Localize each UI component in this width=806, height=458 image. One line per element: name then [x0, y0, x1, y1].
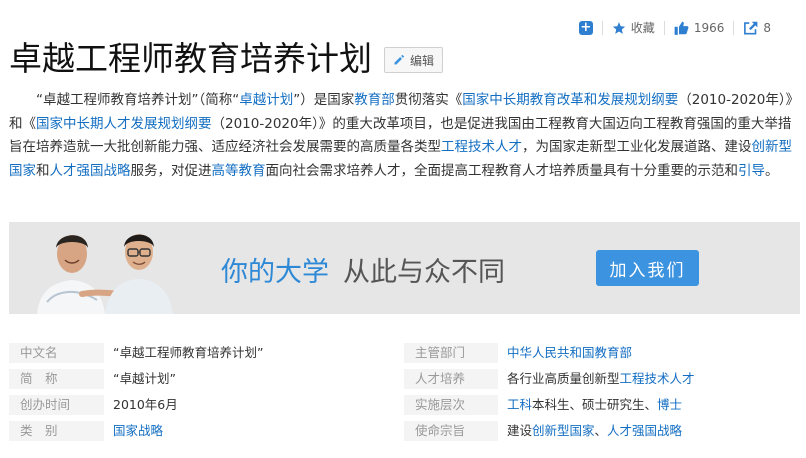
edit-button[interactable]: 编辑 — [384, 47, 444, 73]
inline-link[interactable]: 卓越计划 — [239, 92, 293, 108]
banner-headline: 你的大学 从此与众不同 — [221, 250, 505, 289]
info-key: 实施层次 — [404, 395, 498, 415]
info-row: 类 别国家战略 使命宗旨 建设创新型国家、人才强国战略 — [9, 418, 800, 444]
like-count: 1966 — [693, 20, 725, 35]
summary-paragraph: “卓越工程师教育培养计划”（简称“卓越计划”）是国家教育部贯彻落实《国家中长期教… — [9, 89, 797, 183]
action-bar: + 收藏 1966 8 — [570, 19, 780, 36]
inline-text: 服务，对促进 — [130, 162, 212, 179]
basic-info-table: 中文名 “卓越工程师教育培养计划” 主管部门 中华人民共和国教育部简 称 “卓越计划” 人… — [9, 340, 800, 444]
inline-link[interactable]: 国家中长期人才发展规划纲要 — [36, 116, 212, 132]
page-title: 卓越工程师教育培养计划 — [9, 39, 372, 78]
info-key: 人才培养 — [404, 369, 498, 389]
inline-text: 、 — [594, 423, 608, 438]
info-value: “卓越工程师教育培养计划” — [113, 343, 263, 363]
info-value: 各行业高质量创新型工程技术人才 — [507, 369, 695, 389]
inline-text: 本科生、硕士研究生、 — [532, 397, 658, 412]
like-button[interactable]: 1966 — [665, 21, 734, 35]
plus-icon: + — [578, 19, 593, 35]
info-key: 创办时间 — [9, 395, 104, 415]
inline-text: ”）是国家 — [293, 92, 355, 108]
info-item: 实施层次 工科本科生、硕士研究生、博士 — [404, 395, 800, 415]
add-button[interactable]: + — [570, 19, 602, 35]
banner-headline-primary: 你的大学 — [221, 257, 329, 288]
share-button[interactable]: 8 — [734, 21, 780, 35]
inline-text: 。 — [765, 162, 779, 179]
info-key: 中文名 — [9, 343, 104, 363]
thumbs-up-icon — [674, 21, 689, 35]
inline-text: 各行业高质量创新型 — [507, 371, 620, 386]
info-key: 类 别 — [9, 421, 104, 441]
info-key: 简 称 — [9, 369, 104, 389]
title-row: 卓越工程师教育培养计划 编辑 — [9, 38, 444, 80]
inline-text: “卓越计划” — [113, 371, 176, 386]
inline-link[interactable]: 创新型国家 — [532, 423, 595, 438]
inline-link[interactable]: 博士 — [657, 397, 682, 412]
info-value: 工科本科生、硕士研究生、博士 — [507, 395, 682, 415]
share-icon — [744, 21, 758, 34]
info-item: 人才培养 各行业高质量创新型工程技术人才 — [404, 369, 800, 389]
edit-label: 编辑 — [410, 53, 435, 68]
inline-link[interactable]: 国家中长期教育改革和发展规划纲要 — [462, 92, 678, 108]
favorite-label: 收藏 — [630, 21, 655, 35]
join-us-button[interactable]: 加入我们 — [596, 250, 699, 286]
info-row: 创办时间 2010年6月 实施层次 工科本科生、硕士研究生、博士 — [9, 392, 800, 418]
inline-link[interactable]: 工程技术人才 — [620, 371, 695, 386]
inline-text: 贯彻落实《 — [394, 92, 463, 108]
info-item: 主管部门 中华人民共和国教育部 — [404, 343, 800, 363]
info-row: 中文名 “卓越工程师教育培养计划” 主管部门 中华人民共和国教育部 — [9, 340, 800, 366]
inline-text: 面向社会需求培养人才，全面提高工程教育人才培养质量具有十分重要的示范和 — [265, 162, 739, 179]
inline-link[interactable]: 中华人民共和国教育部 — [507, 345, 632, 360]
inline-text: 2010年6月 — [113, 397, 178, 412]
inline-link[interactable]: 教育部 — [354, 92, 395, 108]
inline-link[interactable]: 人才强国战略 — [607, 423, 682, 438]
info-value: “卓越计划” — [113, 369, 176, 389]
info-item: 中文名 “卓越工程师教育培养计划” — [9, 343, 404, 363]
inline-text: 和 — [36, 162, 50, 179]
banner-headline-secondary: 从此与众不同 — [343, 257, 505, 288]
info-item: 创办时间 2010年6月 — [9, 395, 404, 415]
info-value: 2010年6月 — [113, 395, 178, 415]
info-key: 使命宗旨 — [404, 421, 498, 441]
inline-text: 建设 — [507, 423, 533, 438]
star-icon — [612, 21, 625, 34]
info-item: 类 别国家战略 — [9, 421, 404, 441]
inline-link[interactable]: 人才强国战略 — [50, 163, 131, 179]
inline-link[interactable]: 引导 — [738, 163, 765, 179]
inline-link[interactable]: 国家战略 — [113, 423, 163, 438]
info-value: 建设创新型国家、人才强国战略 — [507, 421, 682, 441]
info-key: 主管部门 — [404, 343, 498, 363]
favorite-button[interactable]: 收藏 — [603, 19, 664, 36]
promo-banner[interactable]: 你的大学 从此与众不同 加入我们 — [9, 222, 800, 314]
students-illustration — [37, 234, 173, 314]
share-count: 8 — [763, 20, 771, 35]
inline-text: ，为国家走新型工业化发展道路、建设 — [522, 139, 752, 155]
info-value: 中华人民共和国教育部 — [507, 343, 632, 363]
info-item: 使命宗旨 建设创新型国家、人才强国战略 — [404, 421, 800, 441]
inline-text: “卓越工程师教育培养计划” — [113, 345, 264, 360]
inline-link[interactable]: 工程技术人才 — [441, 139, 522, 155]
info-item: 简 称 “卓越计划” — [9, 369, 404, 389]
inline-link[interactable]: 工科 — [507, 397, 532, 412]
pencil-icon — [394, 55, 404, 65]
info-value: 国家战略 — [113, 421, 163, 441]
inline-link[interactable]: 高等教育 — [212, 163, 266, 179]
info-row: 简 称 “卓越计划” 人才培养 各行业高质量创新型工程技术人才 — [9, 366, 800, 392]
inline-text: “卓越工程师教育培养计划”（简称“ — [36, 92, 240, 108]
